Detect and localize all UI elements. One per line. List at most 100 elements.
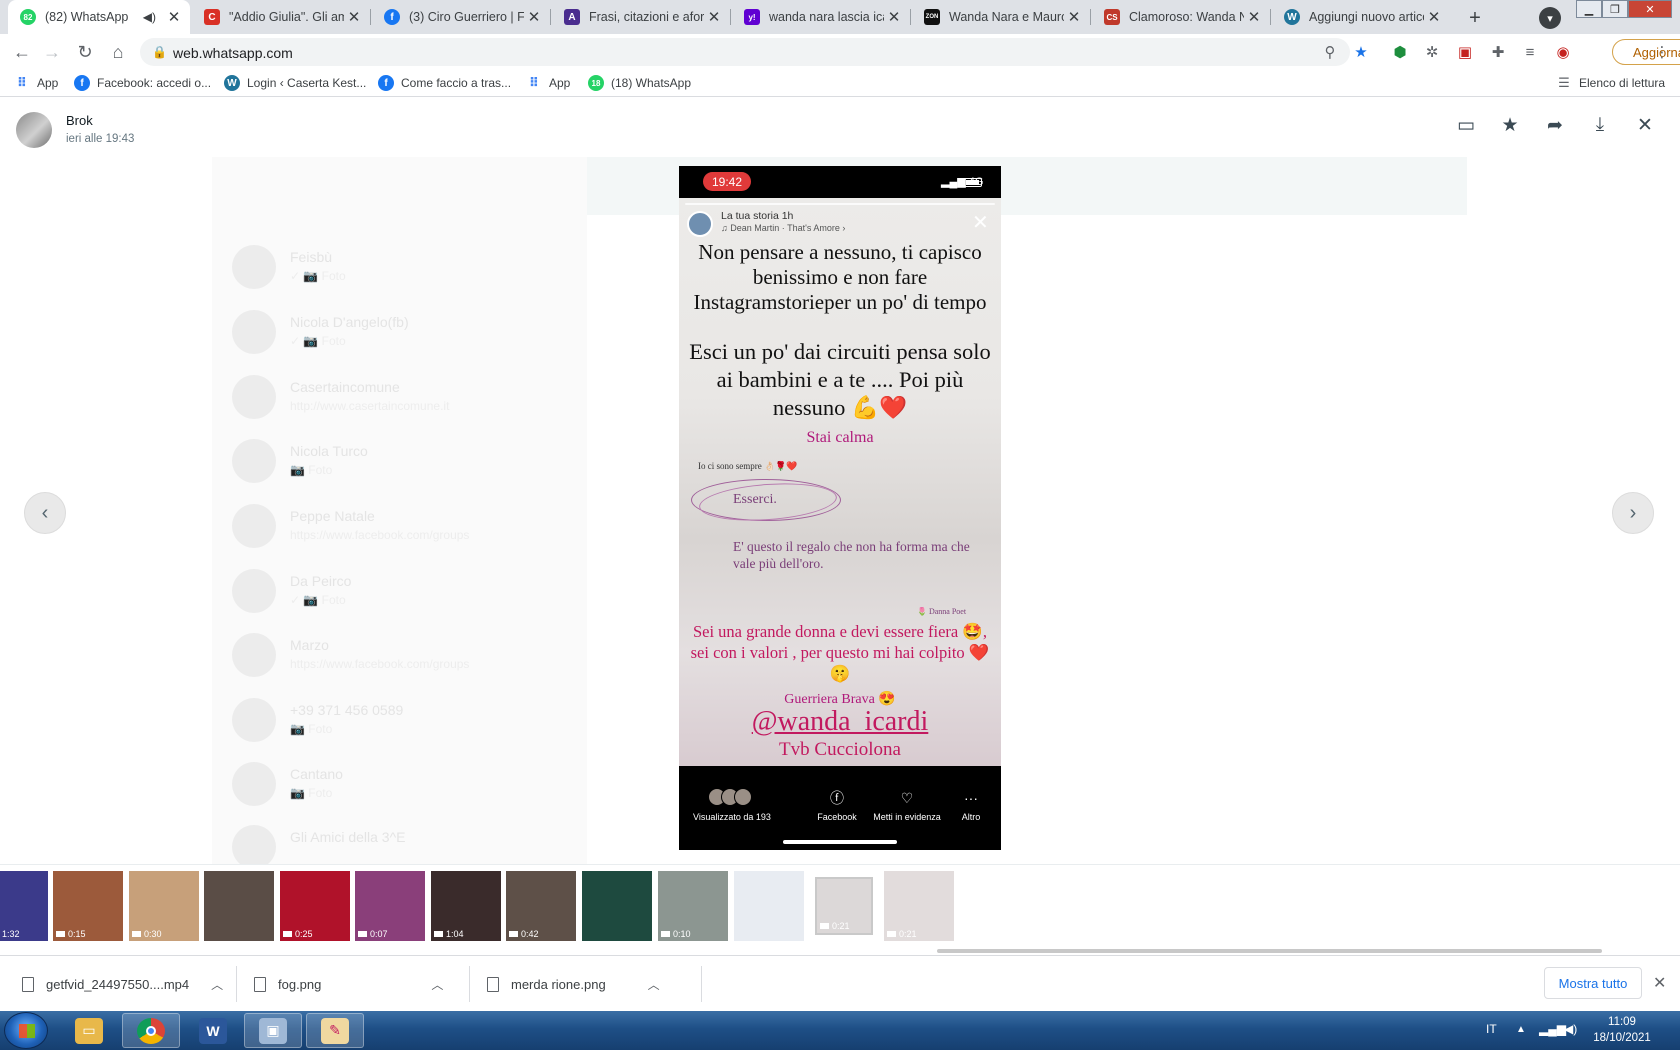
tab-search-icon[interactable]: ▾ xyxy=(1539,7,1561,29)
bookmark-come-faccio[interactable]: f Come faccio a tras... xyxy=(378,75,511,91)
download-item[interactable]: fog.png ︿ xyxy=(254,956,443,1012)
close-tab-icon[interactable]: ✕ xyxy=(524,8,544,26)
new-tab-button[interactable]: + xyxy=(1462,5,1488,31)
tab-wordpress[interactable]: W Aggiungi nuovo artico ✕ xyxy=(1272,0,1450,34)
reply-message-icon[interactable]: ▭ xyxy=(1454,113,1478,137)
close-downloads-icon[interactable]: ✕ xyxy=(1653,973,1666,993)
reading-list-label: Elenco di lettura xyxy=(1579,76,1666,90)
facebook-icon: ⓕ xyxy=(830,790,844,806)
extension-shield-icon[interactable]: ⬢ xyxy=(1390,42,1410,62)
bookmark-caserta-login[interactable]: W Login ‹ Caserta Kest... xyxy=(224,75,366,91)
menu-dots-icon[interactable]: ⋮ xyxy=(1652,42,1672,62)
story-text-second: Esci un po' dai circuiti pensa solo ai b… xyxy=(689,339,991,420)
extensions-puzzle-icon[interactable]: ✚ xyxy=(1488,42,1508,62)
taskbar-paint[interactable]: ✎ xyxy=(306,1013,364,1048)
tab-whatsapp[interactable]: 82 (82) WhatsApp ◀) ✕ xyxy=(8,0,190,34)
close-tab-icon[interactable]: ✕ xyxy=(1244,8,1264,26)
viewer-avatars xyxy=(691,788,773,808)
media-thumbnail[interactable]: 1:32 xyxy=(0,871,48,941)
download-item[interactable]: merda rione.png ︿ xyxy=(487,956,660,1012)
window-close-button[interactable]: ✕ xyxy=(1628,0,1672,18)
star-icon[interactable]: ★ xyxy=(1498,113,1522,137)
extension-spinner-icon[interactable]: ✲ xyxy=(1422,42,1442,62)
close-viewer-icon[interactable]: ✕ xyxy=(1633,113,1657,137)
avatar[interactable] xyxy=(16,112,52,148)
back-icon[interactable]: ← xyxy=(10,40,34,64)
tab-clamoroso[interactable]: CS Clamoroso: Wanda Na ✕ xyxy=(1092,0,1270,34)
media-thumbnail[interactable]: 0:15 xyxy=(53,871,123,941)
volume-icon[interactable]: ◀) xyxy=(1564,1022,1577,1036)
next-media-button[interactable]: › xyxy=(1612,492,1654,534)
chevron-up-icon[interactable]: ︿ xyxy=(648,976,660,993)
media-thumbnail[interactable]: 0:07 xyxy=(355,871,425,941)
previous-media-button[interactable]: ‹ xyxy=(24,492,66,534)
download-item[interactable]: getfvid_24497550....mp4 ︿ xyxy=(22,956,223,1012)
close-tab-icon[interactable]: ✕ xyxy=(1424,8,1444,26)
bookmark-app[interactable]: ⠿ App xyxy=(14,75,58,91)
extension-pocket-icon[interactable]: ▣ xyxy=(1455,42,1475,62)
story-text-tvb: Tvb Cucciolona xyxy=(779,739,901,760)
lock-icon[interactable]: 🔒 xyxy=(152,45,167,59)
battery-icon xyxy=(964,178,982,187)
media-thumbnail[interactable] xyxy=(582,871,652,941)
story-header-title: La tua storia 1h xyxy=(721,210,794,222)
forward-icon[interactable]: → xyxy=(40,40,64,64)
chevron-up-icon[interactable]: ︿ xyxy=(211,976,223,993)
network-signal-icon[interactable]: ▂▄▆ xyxy=(1539,1022,1566,1036)
close-tab-icon[interactable]: ✕ xyxy=(1064,8,1084,26)
maximize-button[interactable]: ❐ xyxy=(1602,0,1628,18)
media-thumbnail[interactable]: 0:42 xyxy=(506,871,576,941)
taskbar-window[interactable]: ▣ xyxy=(244,1013,302,1048)
media-thumbnail[interactable]: 0:25 xyxy=(280,871,350,941)
bookmark-facebook-login[interactable]: f Facebook: accedi o... xyxy=(74,75,211,91)
media-thumbnail[interactable] xyxy=(734,871,804,941)
bookmark-app-2[interactable]: ⠿ App xyxy=(526,75,570,91)
language-indicator[interactable]: IT xyxy=(1486,1022,1497,1036)
status-media-image[interactable]: 19:42 ▂▄▆ 4G La tua storia 1h ♫ Dean Mar… xyxy=(679,166,1001,850)
taskbar-word[interactable]: W xyxy=(184,1013,242,1048)
tab-yahoo[interactable]: y! wanda nara lascia icar ✕ xyxy=(732,0,910,34)
tray-expand-icon[interactable]: ▲ xyxy=(1516,1024,1526,1035)
minimize-button[interactable]: ▁ xyxy=(1576,0,1602,18)
address-bar[interactable]: 🔒 web.whatsapp.com ⚲ xyxy=(140,38,1350,66)
viewers-label: Visualizzato da 193 xyxy=(693,812,771,822)
video-camera-icon xyxy=(509,931,518,937)
close-tab-icon[interactable]: ✕ xyxy=(344,8,364,26)
forward-share-icon[interactable]: ➦ xyxy=(1543,113,1567,137)
home-icon[interactable]: ⌂ xyxy=(106,40,130,64)
close-tab-icon[interactable]: ✕ xyxy=(884,8,904,26)
reload-icon[interactable]: ↻ xyxy=(73,40,97,64)
tab-frasi[interactable]: A Frasi, citazioni e aforis ✕ xyxy=(552,0,730,34)
bookmark-star-icon[interactable]: ★ xyxy=(1351,42,1371,62)
profile-avatar-icon[interactable]: ◉ xyxy=(1553,42,1573,62)
media-thumbnail[interactable]: 0:30 xyxy=(129,871,199,941)
download-icon[interactable]: ⤓ xyxy=(1588,113,1612,137)
taskbar-chrome[interactable] xyxy=(122,1013,180,1048)
media-thumbnail[interactable]: 0:21 xyxy=(884,871,954,941)
close-tab-icon[interactable]: ✕ xyxy=(704,8,724,26)
media-thumbnail[interactable] xyxy=(204,871,274,941)
start-button[interactable] xyxy=(4,1012,48,1049)
media-thumbnail[interactable]: 1:04 xyxy=(431,871,501,941)
zoom-icon[interactable]: ⚲ xyxy=(1320,42,1340,62)
reading-list[interactable]: ☰ Elenco di lettura xyxy=(1556,75,1665,91)
bookmark-whatsapp[interactable]: 18 (18) WhatsApp xyxy=(588,75,691,91)
tab-title: Aggiungi nuovo artico xyxy=(1309,10,1424,24)
tab-addio-giulia[interactable]: C "Addio Giulia". Gli ami ✕ xyxy=(192,0,370,34)
tab-zon[interactable]: ZON Wanda Nara e Mauro ✕ xyxy=(912,0,1090,34)
horizontal-scrollbar[interactable] xyxy=(937,949,1602,953)
show-all-downloads-button[interactable]: Mostra tutto xyxy=(1544,967,1642,999)
media-thumbnail[interactable]: 0:21 xyxy=(815,877,873,935)
downloads-bar: getfvid_24497550....mp4 ︿ fog.png ︿ merd… xyxy=(0,955,1680,1011)
media-thumbnail[interactable]: 0:10 xyxy=(658,871,728,941)
system-clock[interactable]: 11:09 18/10/2021 xyxy=(1590,1014,1654,1046)
close-tab-icon[interactable]: ✕ xyxy=(164,8,184,26)
speaker-icon[interactable]: ◀) xyxy=(143,10,156,24)
status-timestamp: ieri alle 19:43 xyxy=(66,133,135,145)
taskbar-explorer[interactable]: ▭ xyxy=(60,1013,118,1048)
tab-facebook[interactable]: f (3) Ciro Guerriero | Fac ✕ xyxy=(372,0,550,34)
list-item: Gli Amici della 3^E xyxy=(222,817,582,864)
zon-icon: ZON xyxy=(924,9,940,25)
chevron-up-icon[interactable]: ︿ xyxy=(431,976,443,993)
media-control-icon[interactable]: ≡ xyxy=(1520,42,1540,62)
